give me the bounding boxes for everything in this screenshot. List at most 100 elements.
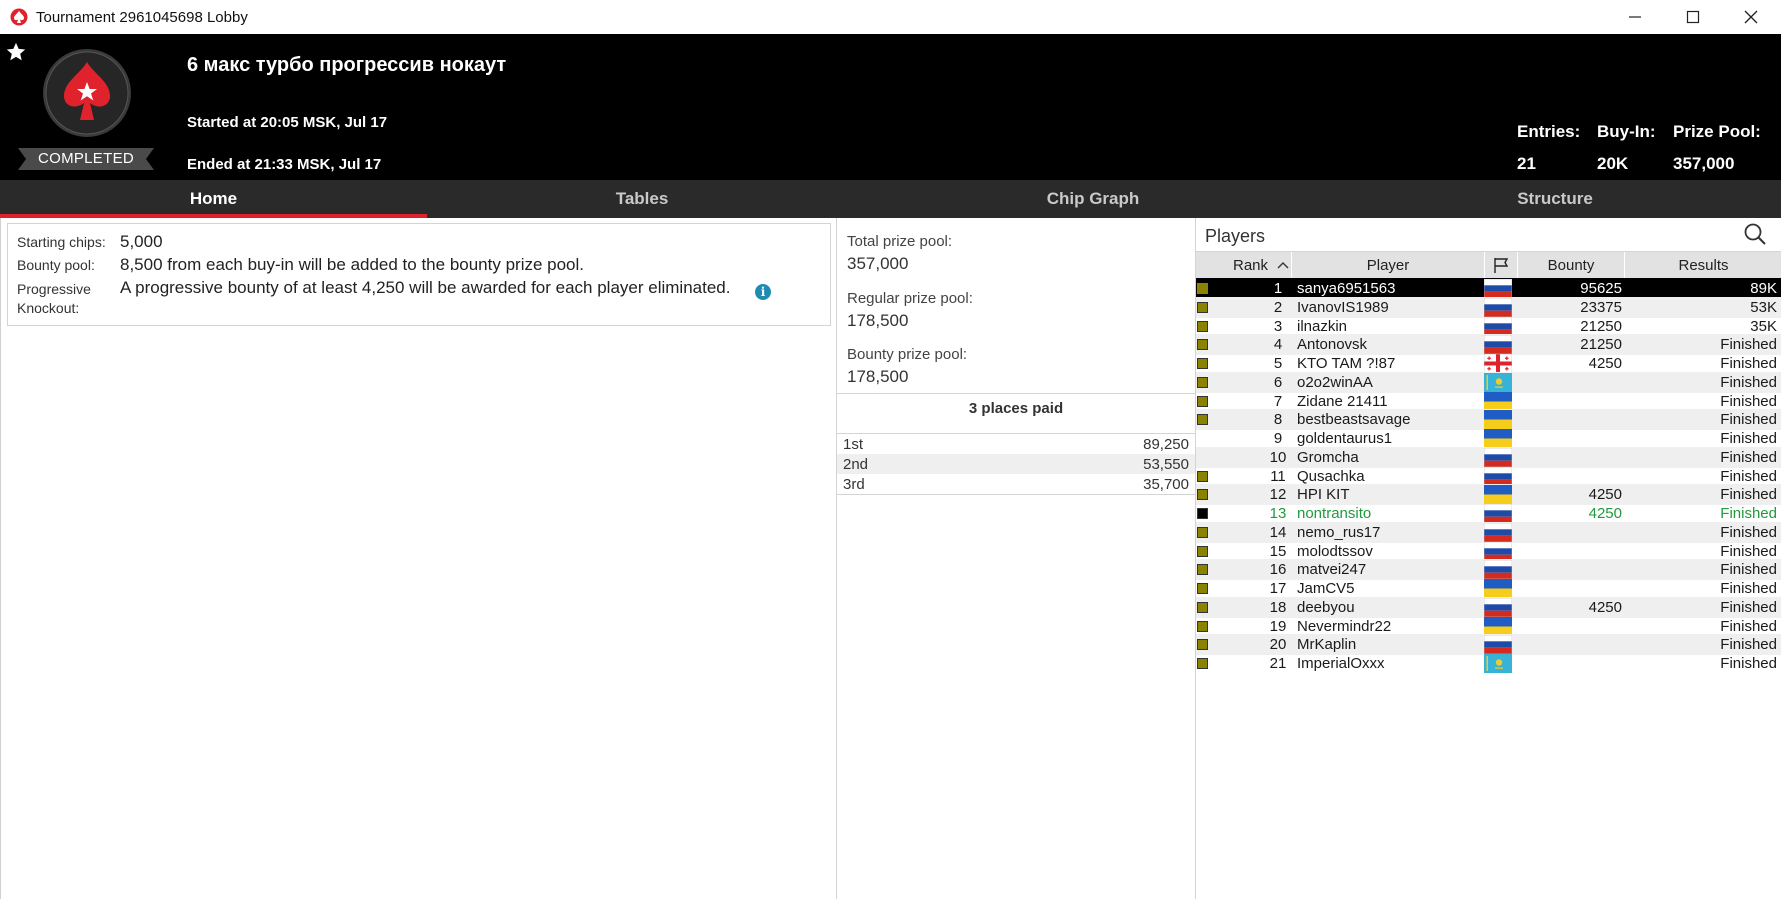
tab-structure[interactable]: Structure: [1329, 180, 1781, 218]
prize-pool-value: 357,000: [1673, 154, 1735, 173]
pko-value: A progressive bounty of at least 4,250 w…: [120, 278, 731, 297]
player-result: Finished: [1720, 561, 1777, 579]
country-flag-icon: [1484, 597, 1512, 617]
column-header-country[interactable]: [1485, 252, 1517, 278]
player-status-marker: [1197, 283, 1208, 294]
bounty-header-label: Bounty: [1547, 256, 1595, 274]
buyin-label: Buy-In:: [1597, 122, 1656, 141]
search-icon[interactable]: [1743, 222, 1767, 246]
player-result: 53K: [1750, 298, 1777, 316]
player-status-marker: [1197, 545, 1208, 557]
starting-chips-label: Starting chips:: [17, 234, 106, 250]
player-status-marker: [1197, 339, 1208, 351]
entries-label: Entries:: [1517, 122, 1581, 141]
home-content: Starting chips: 5,000 Bounty pool: 8,500…: [0, 218, 1781, 899]
country-flag-icon: [1484, 391, 1512, 411]
total-prize-value: 357,000: [847, 254, 909, 273]
player-result: Finished: [1720, 655, 1777, 672]
bounty-prize-value: 178,500: [847, 367, 909, 386]
country-flag-icon: [1484, 447, 1512, 467]
payout-amount: 53,550: [1143, 456, 1189, 473]
player-status-marker: [1197, 620, 1208, 632]
pokerstars-logo-icon: [43, 49, 131, 137]
player-result: 35K: [1750, 317, 1777, 335]
player-name: IvanovIS1989: [1297, 298, 1389, 316]
country-flag-icon: [1484, 335, 1512, 355]
buyin-value: 20K: [1597, 154, 1629, 173]
tab-tables[interactable]: Tables: [427, 180, 857, 218]
country-flag-icon: [1484, 522, 1512, 542]
close-button[interactable]: [1722, 0, 1780, 34]
tab-chip-graph[interactable]: Chip Graph: [857, 180, 1329, 218]
column-header-results[interactable]: Results: [1625, 252, 1781, 278]
column-header-player[interactable]: Player: [1292, 252, 1484, 278]
player-status-marker: [1197, 320, 1208, 332]
payout-row: 1st 89,250: [837, 434, 1195, 454]
player-name: Nevermindr22: [1297, 617, 1392, 635]
player-name: nemo_rus17: [1297, 523, 1381, 541]
player-result: Finished: [1720, 486, 1777, 504]
country-flag-icon: [1484, 297, 1512, 317]
player-name: goldentaurus1: [1297, 430, 1393, 447]
bounty-pool-value: 8,500 from each buy-in will be added to …: [120, 255, 585, 274]
column-divider: [836, 218, 837, 899]
info-icon[interactable]: i: [755, 284, 771, 300]
payout-place: 1st: [843, 436, 864, 453]
tab-home[interactable]: Home: [0, 180, 427, 218]
player-name: Gromcha: [1297, 448, 1359, 466]
tournament-name: 6 макс турбо прогрессив нокаут: [187, 54, 507, 76]
player-bounty: 4250: [1588, 505, 1622, 522]
player-name: KTO TAM ?!87: [1297, 355, 1396, 372]
player-name: matvei247: [1297, 561, 1367, 579]
player-name: molodtssov: [1297, 542, 1373, 560]
column-header-bounty[interactable]: Bounty: [1518, 252, 1624, 278]
player-result: Finished: [1720, 448, 1777, 466]
prize-pool-label: Prize Pool:: [1673, 122, 1761, 141]
country-flag-icon: [1484, 372, 1512, 392]
players-title: Players: [1205, 226, 1266, 246]
country-flag-icon: [1484, 466, 1512, 486]
payout-place: 3rd: [843, 476, 865, 493]
player-result: 89K: [1750, 280, 1777, 297]
player-result: Finished: [1720, 373, 1777, 391]
player-status-marker: [1197, 489, 1208, 501]
regular-prize-label: Regular prize pool:: [847, 290, 973, 307]
player-status-marker: [1197, 583, 1208, 594]
minimize-button[interactable]: [1606, 0, 1664, 34]
chevron-up-icon: [1277, 262, 1289, 269]
player-row[interactable]: 21 ImperialOxxx Finished: [1196, 653, 1781, 674]
player-header-label: Player: [1366, 256, 1410, 274]
maximize-button[interactable]: [1664, 0, 1722, 34]
country-flag-icon: [1484, 316, 1512, 336]
pko-label-line1: Progressive: [17, 281, 91, 297]
player-status-marker: [1197, 508, 1208, 519]
player-result: Finished: [1720, 636, 1777, 654]
star-icon[interactable]: [5, 41, 27, 63]
player-status-marker: [1197, 414, 1208, 426]
player-name: ImperialOxxx: [1297, 655, 1385, 672]
minimize-icon: [1629, 16, 1641, 18]
player-name: HPI KIT: [1297, 486, 1350, 504]
player-name: bestbeastsavage: [1297, 411, 1411, 429]
bounty-prize-label: Bounty prize pool:: [847, 346, 968, 363]
regular-prize-value: 178,500: [847, 311, 909, 330]
player-result: Finished: [1720, 505, 1777, 522]
country-flag-icon: [1484, 279, 1512, 298]
player-bounty: 4250: [1588, 598, 1622, 616]
player-bounty: 95625: [1580, 280, 1622, 297]
country-flag-icon: [1484, 504, 1512, 523]
payout-amount: 89,250: [1143, 436, 1189, 453]
bounty-pool-label: Bounty pool:: [17, 257, 95, 273]
player-status-marker: [1197, 376, 1208, 388]
country-flag-icon: [1484, 635, 1512, 655]
status-badge: COMPLETED: [37, 150, 135, 167]
player-result: Finished: [1720, 467, 1777, 485]
end-time: Ended at 21:33 MSK, Jul 17: [187, 156, 382, 173]
country-flag-icon: [1484, 579, 1512, 598]
country-flag-icon: [1484, 616, 1512, 636]
country-flag-icon: [1484, 654, 1512, 673]
player-result: Finished: [1720, 355, 1777, 372]
player-result: Finished: [1720, 336, 1777, 354]
column-header-rank[interactable]: Rank: [1196, 252, 1291, 278]
title-bar: Tournament 2961045698 Lobby: [0, 0, 1781, 34]
